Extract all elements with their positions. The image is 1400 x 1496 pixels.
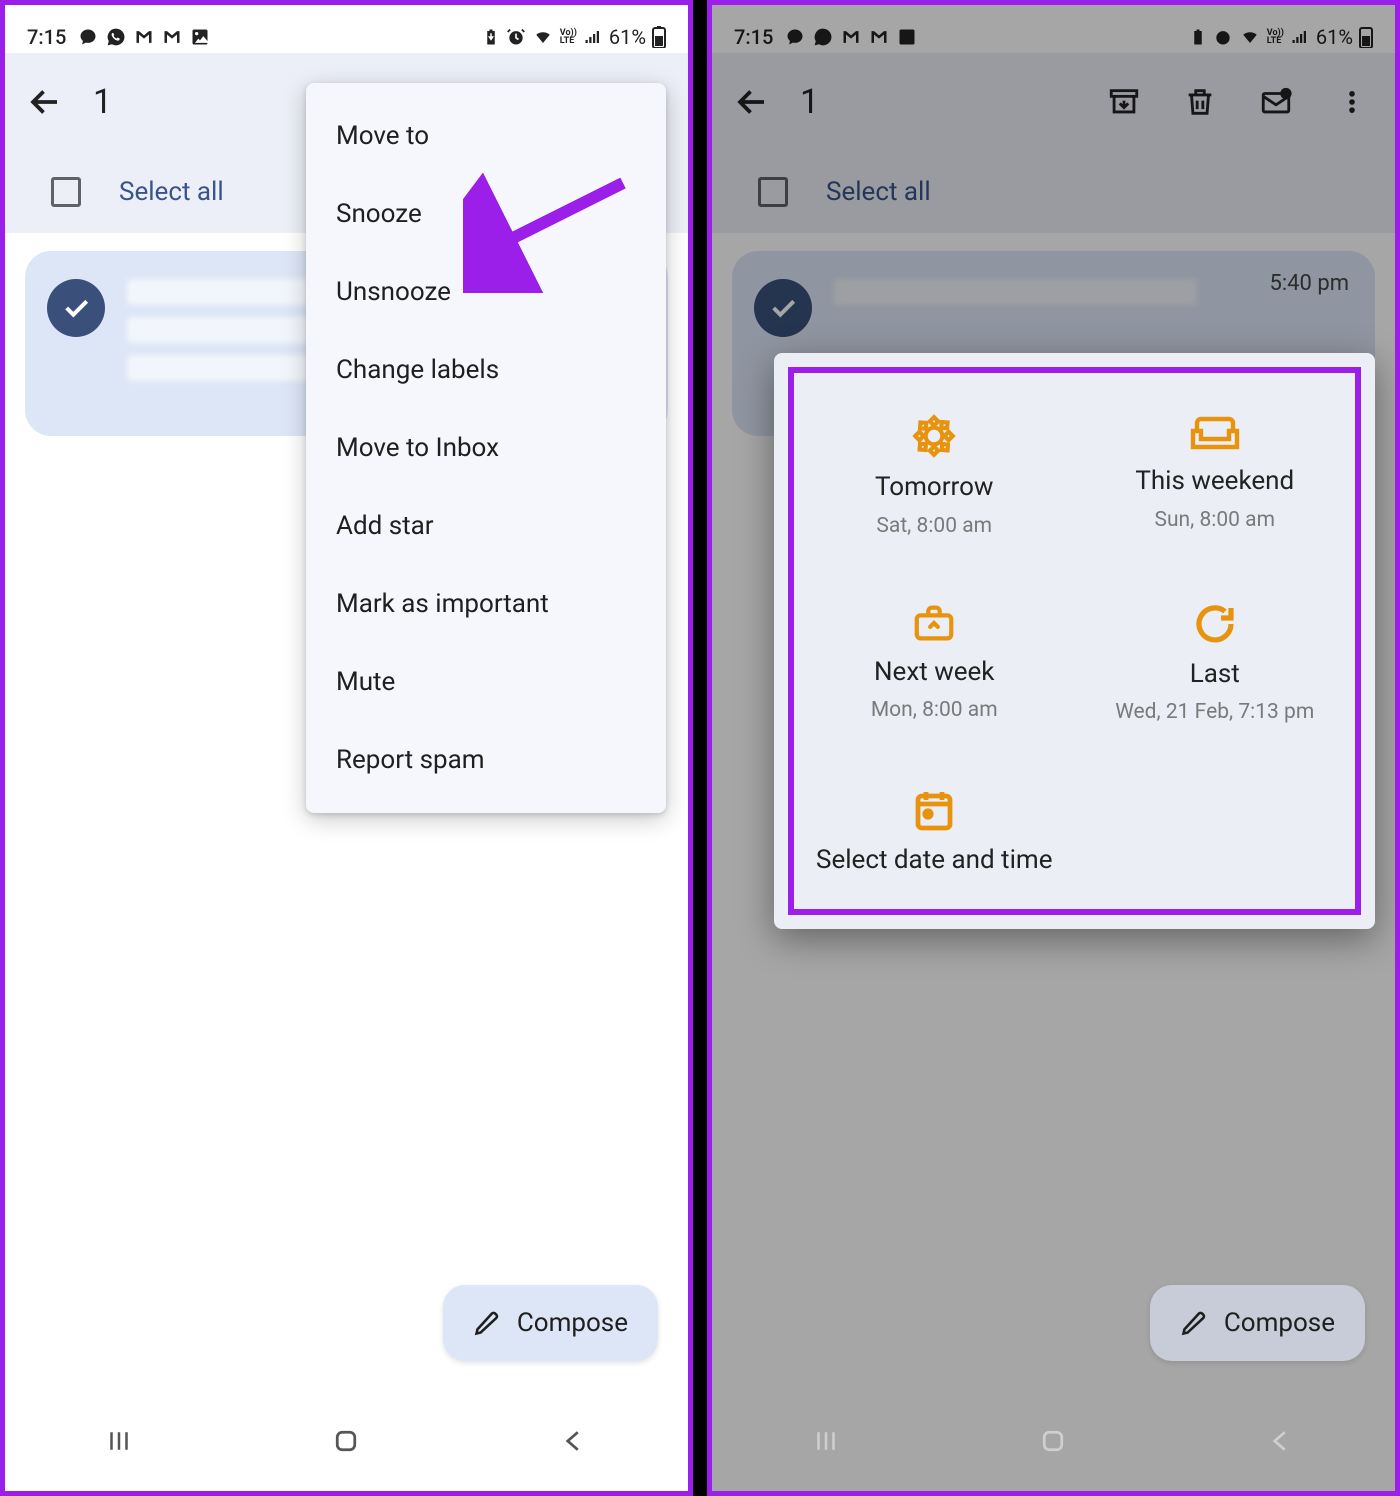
gmail-m-icon (134, 27, 154, 47)
snooze-opt-title: This weekend (1135, 465, 1294, 498)
snooze-select-date-time[interactable]: Select date and time (794, 776, 1075, 887)
menu-change-labels[interactable]: Change labels (306, 331, 666, 409)
screenshot-left: 7:15 Vo))LTE 61% 1 (0, 0, 693, 1496)
snooze-opt-sub: Mon, 8:00 am (871, 698, 998, 722)
menu-add-star[interactable]: Add star (306, 487, 666, 565)
screenshot-right: 7:15 Vo))LTE 61% 1 (707, 0, 1400, 1496)
snooze-last[interactable]: Last Wed, 21 Feb, 7:13 pm (1075, 590, 1356, 735)
snooze-opt-sub: Sun, 8:00 am (1154, 508, 1275, 532)
menu-snooze[interactable]: Snooze (306, 175, 666, 253)
briefcase-icon (909, 600, 959, 646)
selection-check-icon[interactable] (47, 279, 105, 337)
volte-icon: Vo))LTE (560, 29, 577, 45)
menu-report-spam[interactable]: Report spam (306, 721, 666, 799)
status-time: 7:15 (27, 25, 66, 49)
snooze-opt-sub: Wed, 21 Feb, 7:13 pm (1115, 700, 1314, 724)
select-all-label: Select all (119, 177, 224, 207)
pencil-icon (1180, 1309, 1208, 1337)
nav-home[interactable] (1023, 1421, 1083, 1461)
nav-recents[interactable] (796, 1421, 856, 1461)
snooze-opt-sub: Sat, 8:00 am (876, 514, 992, 538)
nav-home[interactable] (316, 1421, 376, 1461)
nav-back[interactable] (544, 1421, 604, 1461)
snooze-dialog: Tomorrow Sat, 8:00 am This weekend Sun, … (774, 353, 1375, 929)
chat-icon (78, 27, 98, 47)
calendar-icon (910, 786, 958, 834)
select-all-checkbox[interactable] (51, 177, 81, 207)
snooze-opt-title: Last (1190, 658, 1240, 691)
screenshot-divider (693, 0, 707, 1496)
snooze-dialog-highlight: Tomorrow Sat, 8:00 am This weekend Sun, … (788, 367, 1361, 915)
redo-icon (1191, 600, 1239, 648)
signal-icon (583, 28, 603, 46)
menu-unsnooze[interactable]: Unsnooze (306, 253, 666, 331)
compose-label: Compose (517, 1308, 628, 1338)
pencil-icon (473, 1309, 501, 1337)
snooze-this-weekend[interactable]: This weekend Sun, 8:00 am (1075, 401, 1356, 548)
couch-icon (1187, 411, 1243, 455)
nav-back[interactable] (1251, 1421, 1311, 1461)
battery-icon (652, 26, 666, 48)
menu-mark-important[interactable]: Mark as important (306, 565, 666, 643)
battery-percent: 61% (609, 25, 646, 49)
menu-move-to-inbox[interactable]: Move to Inbox (306, 409, 666, 487)
snooze-opt-title: Next week (874, 656, 994, 689)
whatsapp-icon (106, 27, 126, 47)
context-menu: Move to Snooze Unsnooze Change labels Mo… (306, 83, 666, 813)
battery-saver-icon (482, 28, 500, 46)
selection-count: 1 (93, 82, 112, 122)
snooze-next-week[interactable]: Next week Mon, 8:00 am (794, 590, 1075, 735)
compose-button[interactable]: Compose (443, 1285, 658, 1361)
alarm-icon (506, 27, 526, 47)
wifi-icon (532, 28, 554, 46)
status-bar: 7:15 Vo))LTE 61% (5, 5, 688, 53)
compose-label: Compose (1224, 1308, 1335, 1338)
nav-bar (712, 1401, 1395, 1491)
snooze-tomorrow[interactable]: Tomorrow Sat, 8:00 am (794, 401, 1075, 548)
snooze-opt-title: Select date and time (816, 844, 1052, 877)
gmail-m-icon-2 (162, 27, 182, 47)
snooze-opt-title: Tomorrow (875, 471, 993, 504)
nav-bar (5, 1401, 688, 1491)
gallery-icon (190, 27, 210, 47)
sun-icon (909, 411, 959, 461)
back-button[interactable] (23, 80, 67, 124)
nav-recents[interactable] (89, 1421, 149, 1461)
compose-button[interactable]: Compose (1150, 1285, 1365, 1361)
menu-mute[interactable]: Mute (306, 643, 666, 721)
menu-move-to[interactable]: Move to (306, 97, 666, 175)
